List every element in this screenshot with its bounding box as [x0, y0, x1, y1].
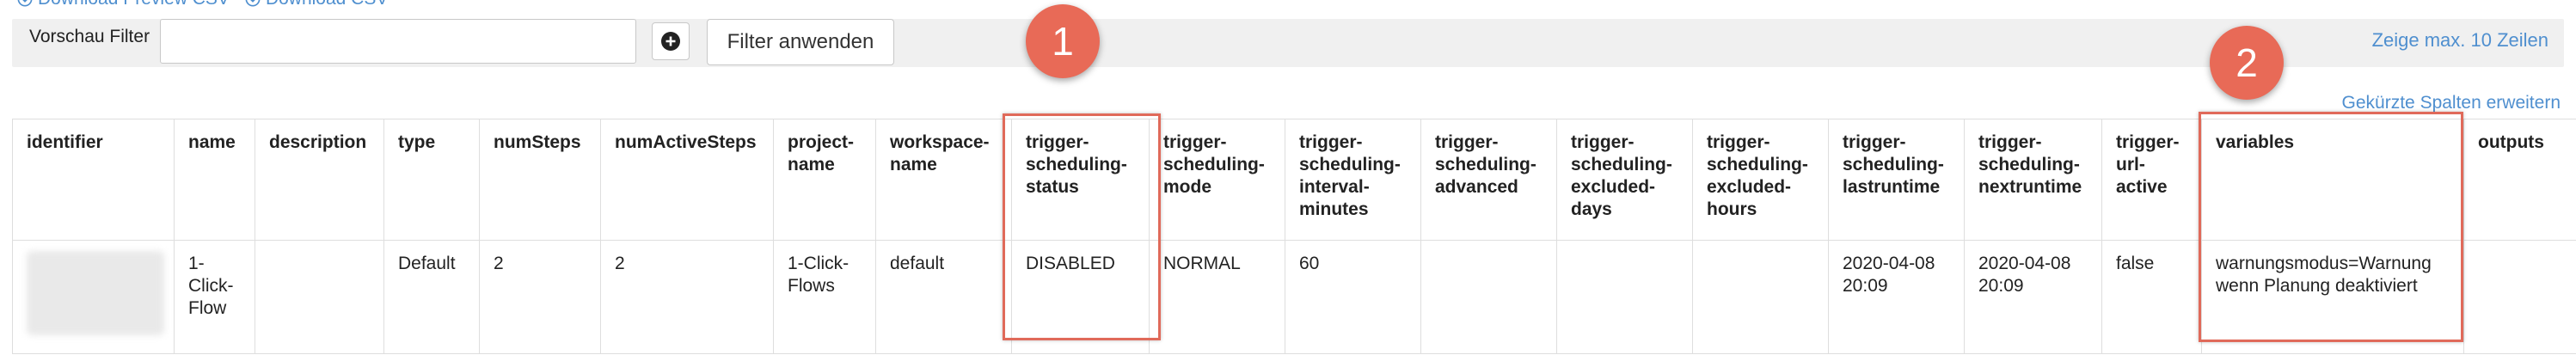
add-filter-button[interactable]: [652, 22, 690, 60]
download-preview-csv-label: Download Preview CSV: [38, 0, 230, 9]
download-links: Download Preview CSV Download CSV: [17, 0, 388, 9]
table-cell: [1556, 240, 1693, 354]
header-cell[interactable]: trigger-url-active: [2101, 119, 2202, 241]
table-cell-identifier: [12, 240, 175, 354]
annotation-badge-2: 2: [2210, 26, 2284, 100]
apply-filter-button[interactable]: Filter anwenden: [707, 19, 894, 65]
table-cell: false: [2101, 240, 2202, 354]
table-cell: [255, 240, 384, 354]
table-row: 1-Click-Flow Default 2 2 1-Click-Flows d…: [12, 240, 2576, 354]
preview-table: identifier name description type numStep…: [12, 119, 2576, 354]
table-cell: NORMAL: [1149, 240, 1285, 354]
table-cell: default: [875, 240, 1012, 354]
table-header-row: identifier name description type numStep…: [12, 119, 2576, 241]
filter-bar: Vorschau Filter Filter anwenden Zeige ma…: [12, 19, 2564, 67]
header-cell[interactable]: numActiveSteps: [600, 119, 774, 241]
filter-input[interactable]: [160, 19, 636, 64]
max-rows-link[interactable]: Zeige max. 10 Zeilen: [2372, 29, 2548, 52]
table-cell: 2: [600, 240, 774, 354]
plus-circle-icon: [661, 32, 680, 51]
header-cell[interactable]: description: [255, 119, 384, 241]
table-cell: 2: [479, 240, 601, 354]
table-cell: 2020-04-08 20:09: [1964, 240, 2102, 354]
header-cell[interactable]: trigger-scheduling-mode: [1149, 119, 1285, 241]
filter-label: Vorschau Filter: [29, 27, 150, 46]
table-cell: [2463, 240, 2576, 354]
table-cell: warnungsmodus=Warnung wenn Planung deakt…: [2201, 240, 2464, 354]
header-cell[interactable]: trigger-scheduling-excluded-hours: [1692, 119, 1829, 241]
blurred-identifier: [27, 251, 164, 335]
table-cell: 2020-04-08 20:09: [1828, 240, 1965, 354]
header-cell[interactable]: project-name: [773, 119, 876, 241]
header-cell[interactable]: variables: [2201, 119, 2464, 241]
expand-columns-link[interactable]: Gekürzte Spalten erweitern: [2342, 93, 2561, 113]
download-csv-link[interactable]: Download CSV: [245, 0, 388, 9]
header-cell[interactable]: trigger-scheduling-lastruntime: [1828, 119, 1965, 241]
header-cell[interactable]: identifier: [12, 119, 175, 241]
header-cell[interactable]: name: [174, 119, 255, 241]
download-circle-icon: [245, 0, 261, 7]
header-cell[interactable]: trigger-scheduling-interval-minutes: [1285, 119, 1421, 241]
table-cell: 1-Click-Flows: [773, 240, 876, 354]
header-cell[interactable]: outputs: [2463, 119, 2576, 241]
annotation-badge-1: 1: [1026, 4, 1100, 78]
header-cell[interactable]: workspace-name: [875, 119, 1012, 241]
table-cell: [1420, 240, 1557, 354]
header-cell[interactable]: trigger-scheduling-advanced: [1420, 119, 1557, 241]
header-cell[interactable]: trigger-scheduling-nextruntime: [1964, 119, 2102, 241]
header-cell[interactable]: numSteps: [479, 119, 601, 241]
table-cell: [1692, 240, 1829, 354]
table-cell: 1-Click-Flow: [174, 240, 255, 354]
table-cell: DISABLED: [1011, 240, 1150, 354]
table-cell: 60: [1285, 240, 1421, 354]
header-cell[interactable]: trigger-scheduling-excluded-days: [1556, 119, 1693, 241]
download-csv-label: Download CSV: [266, 0, 388, 9]
download-circle-icon: [17, 0, 33, 7]
header-cell[interactable]: trigger-scheduling-status: [1011, 119, 1150, 241]
table-cell: Default: [383, 240, 480, 354]
download-preview-csv-link[interactable]: Download Preview CSV: [17, 0, 230, 9]
header-cell[interactable]: type: [383, 119, 480, 241]
